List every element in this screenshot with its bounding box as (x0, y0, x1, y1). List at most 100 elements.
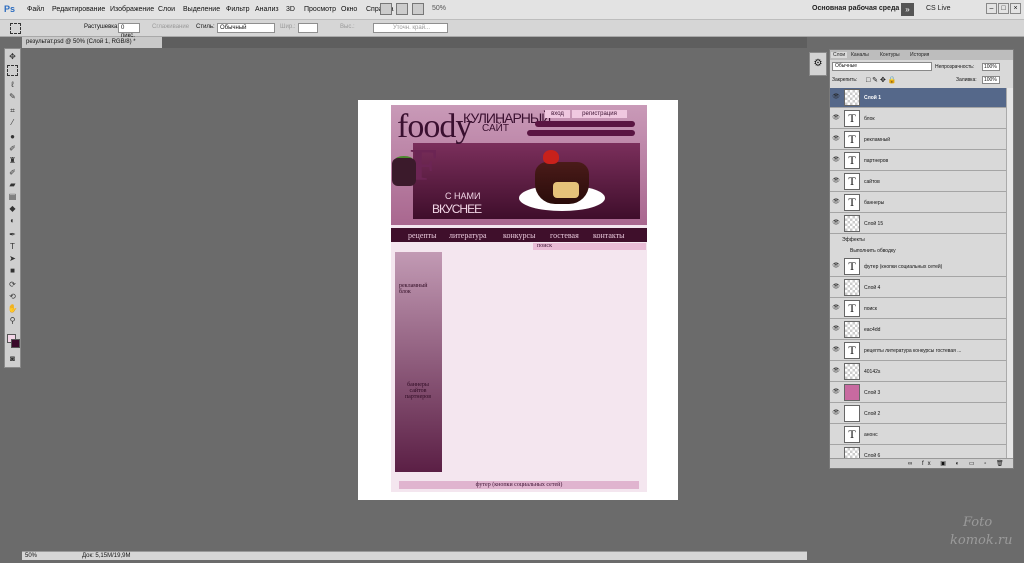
fill-input[interactable]: 100% (982, 76, 1000, 84)
tab-channels[interactable]: Каналы (851, 52, 869, 58)
minimize-icon[interactable]: – (986, 3, 997, 14)
menu-item[interactable]: Анализ (255, 6, 279, 13)
lock-icon[interactable]: □ ✎ ✥ 🔒 (866, 76, 897, 84)
menu-item[interactable]: Выделение (183, 6, 220, 13)
marquee-tool-icon[interactable] (10, 23, 21, 34)
layer-row[interactable]: 👁 eac4dd (830, 320, 1006, 340)
pen-icon[interactable]: ✒ (7, 229, 18, 240)
document-tab[interactable]: результат.psd @ 50% (Слой 1, RGB/8) * (22, 37, 162, 48)
menu-item[interactable]: Файл (27, 6, 44, 13)
type-tool-icon[interactable]: T (7, 241, 18, 252)
eye-icon[interactable]: 👁 (832, 368, 840, 375)
layer-row[interactable]: 👁 Tпартнеров (830, 151, 1006, 171)
quick-mask-icon[interactable]: ◙ (7, 353, 18, 364)
menu-item[interactable]: 3D (286, 6, 295, 13)
crop-icon[interactable]: ⌗ (7, 105, 18, 116)
menu-item[interactable]: Редактирование (52, 6, 105, 13)
tab-history[interactable]: История (910, 52, 929, 58)
blend-mode-select[interactable]: Обычные (832, 62, 932, 71)
quick-select-icon[interactable]: ✎ (7, 91, 18, 102)
refine-edge-button[interactable]: Уточн. край... (373, 23, 448, 33)
layer-row[interactable]: 👁 Tрекламный (830, 130, 1006, 150)
menu-item[interactable]: Просмотр (304, 6, 336, 13)
eyedropper-icon[interactable]: ⁄ (7, 117, 18, 128)
tab-paths[interactable]: Контуры (880, 52, 900, 58)
bridge-icon[interactable] (380, 3, 392, 15)
eye-icon[interactable]: 👁 (832, 305, 840, 312)
eye-icon[interactable]: 👁 (832, 136, 840, 143)
layer-row[interactable]: 👁 Tсайтов (830, 172, 1006, 192)
3d-rotate-icon[interactable]: ⟳ (7, 279, 18, 290)
link-icon[interactable]: ∞ fx ▣ ◐ ▭ ▫ 🗑 (908, 460, 1008, 467)
layer-effect[interactable]: Эффекты (830, 235, 1006, 245)
layer-row[interactable]: 👁 Слой 1 (830, 88, 1006, 108)
layer-row[interactable]: 👁 Слой 2 (830, 404, 1006, 424)
minibridge-icon[interactable] (396, 3, 408, 15)
strawberry (543, 150, 559, 164)
history-brush-icon[interactable]: ✐ (7, 167, 18, 178)
layer-row[interactable]: 👁 40142s (830, 362, 1006, 382)
chevron-right-icon[interactable]: » (901, 3, 914, 16)
healing-icon[interactable]: ● (7, 131, 18, 142)
layer-row[interactable]: 👁 Tбаннеры (830, 193, 1006, 213)
eye-icon[interactable]: 👁 (832, 199, 840, 206)
layer-row[interactable]: 👁 Tрецепты литература конкурсы гостевая .… (830, 341, 1006, 361)
path-select-icon[interactable]: ➤ (7, 253, 18, 264)
layer-row[interactable]: 👁 Слой 15 (830, 214, 1006, 234)
slogan-line-2: ВКУСНЕЕ (432, 202, 482, 216)
toolbox: ✥ ℓ ✎ ⌗ ⁄ ● ✐ ♜ ✐ ▰ ▤ ◆ ◐ ✒ T ➤ ■ ⟳ ⟲ ✋ … (4, 48, 21, 368)
cs-live-button[interactable]: CS Live (926, 5, 951, 12)
layer-row[interactable]: 👁 Tфутер (кнопки социальных сетей) (830, 257, 1006, 277)
shape-icon[interactable]: ■ (7, 265, 18, 276)
menu-item[interactable]: Окно (341, 6, 357, 13)
eye-icon[interactable]: 👁 (832, 284, 840, 291)
style-select[interactable]: Обычный (217, 23, 275, 33)
marquee-icon[interactable] (7, 65, 18, 76)
foreground-color-swatch[interactable] (11, 339, 20, 348)
panel-icon[interactable]: ⚙ (809, 52, 827, 76)
layers-scrollbar[interactable] (1006, 88, 1013, 458)
eye-icon[interactable]: 👁 (832, 410, 840, 417)
3d-camera-icon[interactable]: ⟲ (7, 291, 18, 302)
stamp-icon[interactable]: ♜ (7, 155, 18, 166)
eye-icon[interactable]: 👁 (832, 178, 840, 185)
blur-icon[interactable]: ◆ (7, 203, 18, 214)
zoom-level[interactable]: 50% (432, 5, 446, 12)
layer-row[interactable]: 👁 Tпоиск (830, 299, 1006, 319)
eye-icon[interactable]: 👁 (832, 326, 840, 333)
layer-effect[interactable]: Выполнить обводку (830, 246, 1006, 256)
eye-icon[interactable]: 👁 (832, 115, 840, 122)
eye-icon[interactable]: 👁 (832, 220, 840, 227)
layer-row[interactable]: 👁 Слой 3 (830, 383, 1006, 403)
workspace-switcher[interactable]: Основная рабочая среда (812, 5, 899, 12)
layer-row[interactable]: 👁 Слой 4 (830, 278, 1006, 298)
eye-icon[interactable]: 👁 (832, 263, 840, 270)
dodge-icon[interactable]: ◐ (7, 215, 18, 226)
eye-icon[interactable]: 👁 (832, 347, 840, 354)
width-input[interactable] (298, 23, 318, 33)
gradient-icon[interactable]: ▤ (7, 191, 18, 202)
zoom-icon[interactable]: ⚲ (7, 315, 18, 326)
menu-item[interactable]: Изображение (110, 6, 154, 13)
menu-item[interactable]: Слои (158, 6, 175, 13)
menu-item[interactable]: Фильтр (226, 6, 250, 13)
eye-icon[interactable] (832, 431, 840, 438)
lasso-icon[interactable]: ℓ (7, 79, 18, 90)
brush-icon[interactable]: ✐ (7, 143, 18, 154)
arrange-icon[interactable] (412, 3, 424, 15)
eye-icon[interactable]: 👁 (832, 389, 840, 396)
antialias-checkbox[interactable]: Сглаживание (152, 24, 189, 30)
close-icon[interactable]: × (1010, 3, 1021, 14)
hand-icon[interactable]: ✋ (7, 303, 18, 314)
move-tool-icon[interactable]: ✥ (7, 51, 18, 62)
layer-row[interactable]: Tанонс (830, 425, 1006, 445)
opacity-input[interactable]: 100% (982, 63, 1000, 71)
feather-input[interactable]: 0 пикс. (118, 23, 140, 39)
status-zoom[interactable]: 50% (25, 552, 37, 561)
layer-row[interactable]: 👁 Tблок (830, 109, 1006, 129)
tab-layers[interactable]: Слои (831, 52, 848, 58)
eye-icon[interactable]: 👁 (832, 94, 840, 101)
eye-icon[interactable]: 👁 (832, 157, 840, 164)
eraser-icon[interactable]: ▰ (7, 179, 18, 190)
maximize-icon[interactable]: □ (998, 3, 1009, 14)
